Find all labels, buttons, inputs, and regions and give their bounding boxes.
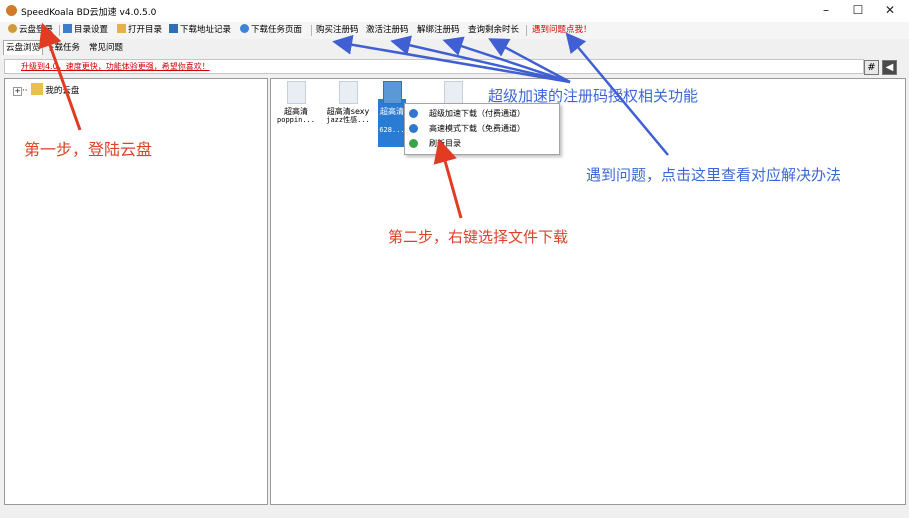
file-icon: [286, 81, 306, 104]
check-time-button[interactable]: 查询剩余时长: [468, 24, 519, 37]
settings-icon: [63, 24, 72, 33]
menu-item-super-download[interactable]: 超级加速下载（付费通道）: [405, 106, 559, 121]
file-name: 超高清sexy: [326, 107, 370, 116]
annotation-step1: 第一步，登陆云盘: [24, 140, 153, 159]
tree-root-item[interactable]: + ·· 我的云盘: [13, 83, 79, 96]
open-dir-label: 打开目录: [128, 25, 163, 35]
tree-root-label: 我的云盘: [45, 86, 80, 96]
file-list-pane: [270, 78, 906, 505]
file-icon: [382, 81, 402, 104]
toolbar-divider: [526, 25, 527, 36]
folder-icon: [31, 83, 44, 95]
buy-code-button[interactable]: 购买注册码: [316, 24, 359, 37]
open-dir-button[interactable]: 打开目录: [117, 24, 162, 37]
task-page-button[interactable]: 下载任务页面: [240, 24, 302, 37]
cloud-login-button[interactable]: 云盘登录: [8, 24, 53, 37]
notice-box: 升级到4.0，速度更快，功能体验更强，希望你喜欢！: [4, 59, 864, 74]
toolbar-divider: [59, 25, 60, 36]
download-icon: [409, 124, 418, 133]
dir-settings-label: 目录设置: [74, 25, 109, 35]
tab-cloud-browse[interactable]: 云盘浏览: [3, 40, 44, 55]
grid-icon: [169, 24, 178, 33]
annotation-step2: 第二步，右键选择文件下载: [388, 228, 569, 246]
file-item[interactable]: 超高清sexy jazz性感...: [323, 81, 373, 125]
window-title: SpeedKoala BD云加速 v4.0.5.0: [21, 8, 157, 18]
menu-item-refresh[interactable]: 刷新目录: [405, 136, 559, 151]
download-history-button[interactable]: 下载地址记录: [169, 24, 231, 37]
app-logo-icon: [6, 5, 17, 16]
file-name: 超高清: [284, 107, 308, 116]
file-name-sub: poppin...: [277, 116, 315, 124]
tree-connector: ··: [22, 86, 28, 96]
title-bar: SpeedKoala BD云加速 v4.0.5.0 – ☐ ✕: [0, 0, 909, 22]
minimize-button[interactable]: –: [810, 0, 842, 22]
tab-strip: 云盘浏览 下载任务 常见问题: [0, 39, 909, 55]
menu-label: 超级加速下载（付费通道）: [429, 109, 525, 118]
folder-open-icon: [117, 24, 126, 33]
task-page-label: 下载任务页面: [251, 25, 303, 35]
collapse-button[interactable]: ◀: [882, 60, 897, 75]
annotation-help: 遇到问题，点击这里查看对应解决办法: [586, 166, 842, 184]
notice-bar: 升级到4.0，速度更快，功能体验更强，希望你喜欢！: [0, 56, 909, 78]
maximize-button[interactable]: ☐: [842, 0, 874, 22]
file-name-sub: jazz性感...: [326, 116, 370, 124]
tab-download-tasks[interactable]: 下载任务: [43, 40, 83, 56]
dir-settings-button[interactable]: 目录设置: [63, 24, 108, 37]
file-icon: [443, 81, 463, 104]
unbind-code-button[interactable]: 解绑注册码: [417, 24, 460, 37]
tab-faq[interactable]: 常见问题: [86, 40, 126, 56]
toolbar: 云盘登录 目录设置 打开目录 下载地址记录 下载任务页面 购买注册码 激活注册码…: [0, 22, 909, 39]
menu-item-fast-download[interactable]: 高速模式下载（免费通道）: [405, 121, 559, 136]
activate-code-button[interactable]: 激活注册码: [366, 24, 409, 37]
refresh-icon: [409, 139, 418, 148]
upgrade-notice-link[interactable]: 升级到4.0，速度更快，功能体验更强，希望你喜欢！: [21, 61, 210, 72]
download-history-label: 下载地址记录: [180, 25, 232, 35]
grid-view-button[interactable]: #: [864, 60, 879, 75]
cloud-login-label: 云盘登录: [19, 25, 54, 35]
menu-label: 高速模式下载（免费通道）: [429, 124, 525, 133]
file-icon: [338, 81, 358, 104]
context-menu: 超级加速下载（付费通道） 高速模式下载（免费通道） 刷新目录: [404, 103, 560, 155]
annotation-reg-features: 超级加速的注册码授权相关功能: [488, 87, 699, 105]
cloud-icon: [8, 24, 17, 33]
download-icon: [240, 24, 249, 33]
download-icon: [409, 109, 418, 118]
menu-label: 刷新目录: [429, 139, 461, 148]
expand-icon[interactable]: +: [13, 87, 22, 96]
report-issue-button[interactable]: 遇到问题点我！: [532, 24, 592, 37]
file-item[interactable]: 超高清 poppin...: [271, 81, 321, 125]
close-button[interactable]: ✕: [874, 0, 906, 22]
toolbar-divider: [311, 25, 312, 36]
status-bar: [0, 505, 909, 518]
